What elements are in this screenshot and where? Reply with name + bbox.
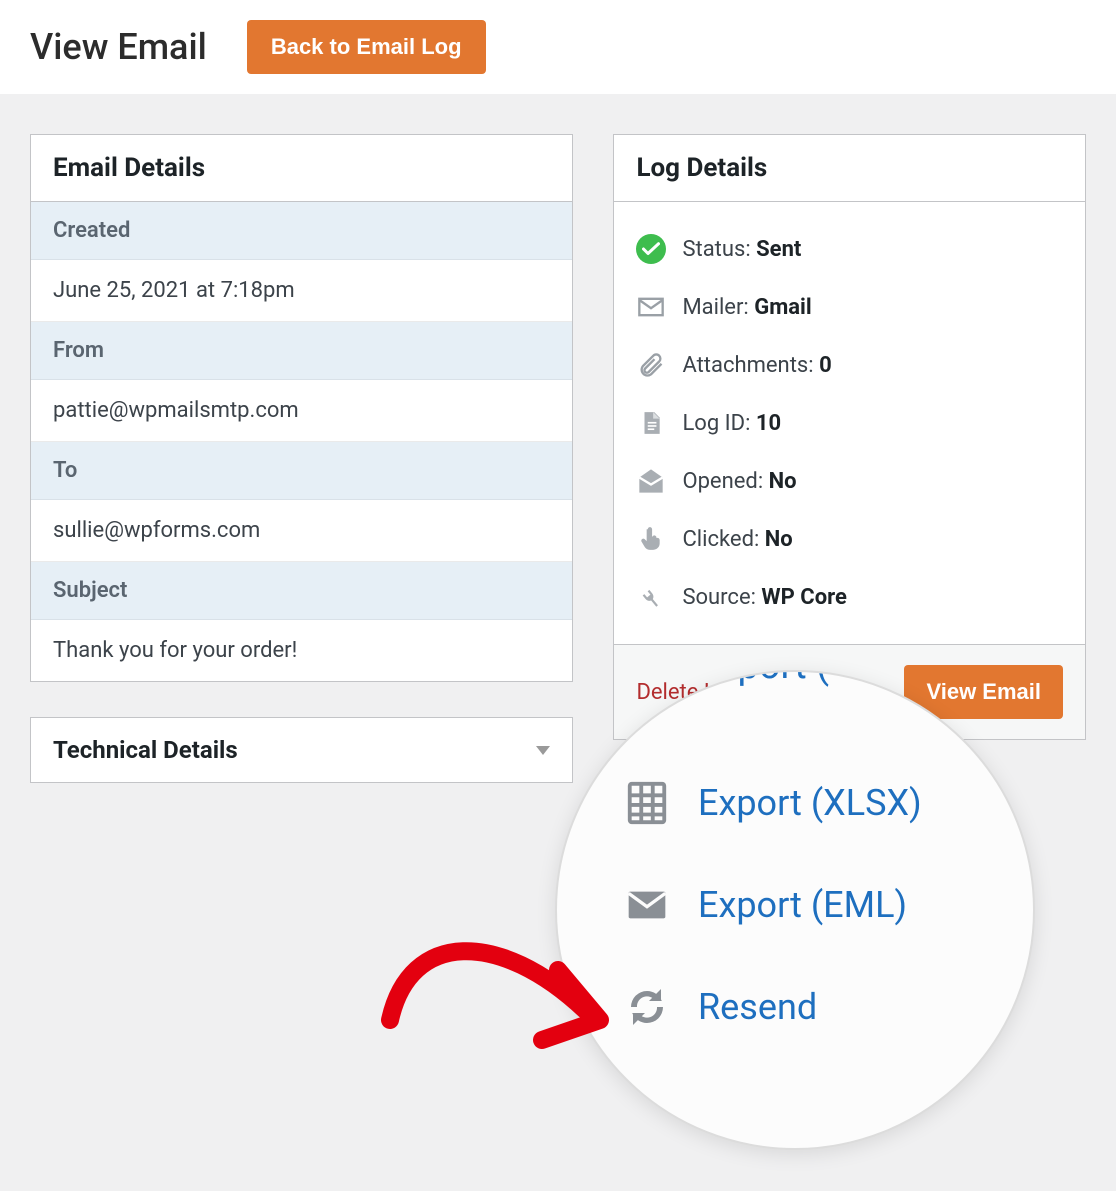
right-column: Log Details Status: Sent Mailer: Gmail [613,134,1086,740]
log-row-attachments: Attachments: 0 [636,336,1063,394]
refresh-icon [622,982,672,1032]
source-label: Source: [682,585,756,610]
log-details-panel: Log Details Status: Sent Mailer: Gmail [613,134,1086,740]
export-eml-label: Export (EML) [698,884,907,926]
envelope-icon [636,292,666,322]
magnified-actions-callout: Export ( Export (XLSX) Export (EML) Rese [555,670,1035,1150]
attachments-label: Attachments: [682,353,813,378]
to-value: sullie@wpforms.com [31,500,572,562]
page-header: View Email Back to Email Log [0,0,1116,94]
attachments-value: 0 [819,353,832,378]
export-xlsx-row[interactable]: Export (XLSX) [622,752,1033,854]
log-details-body: Status: Sent Mailer: Gmail Attachments: … [614,202,1085,644]
export-csv-link-partial[interactable]: Export ( [697,670,829,688]
export-eml-row[interactable]: Export (EML) [622,854,1033,956]
log-row-mailer: Mailer: Gmail [636,278,1063,336]
check-circle-icon [636,234,666,264]
email-details-panel: Email Details Created June 25, 2021 at 7… [30,134,573,682]
created-label: Created [31,202,572,260]
mailer-value: Gmail [754,295,811,320]
opened-value: No [769,469,797,494]
export-xlsx-label: Export (XLSX) [698,782,922,824]
email-details-title: Email Details [31,135,572,202]
subject-value: Thank you for your order! [31,620,572,681]
clicked-label: Clicked: [682,527,759,552]
log-row-logid: Log ID: 10 [636,394,1063,452]
technical-details-title: Technical Details [53,736,238,764]
status-label: Status: [682,237,750,262]
subject-label: Subject [31,562,572,620]
plug-icon [636,582,666,612]
to-label: To [31,442,572,500]
log-row-status: Status: Sent [636,220,1063,278]
logid-value: 10 [756,411,781,436]
file-icon [636,408,666,438]
envelope-solid-icon [622,880,672,930]
technical-details-toggle[interactable]: Technical Details [30,717,573,783]
spreadsheet-icon [622,778,672,828]
paperclip-icon [636,350,666,380]
content-area: Email Details Created June 25, 2021 at 7… [0,94,1116,823]
from-value: pattie@wpmailsmtp.com [31,380,572,442]
envelope-open-icon [636,466,666,496]
mailer-label: Mailer: [682,295,748,320]
log-details-title: Log Details [614,135,1085,202]
page-title: View Email [30,26,207,68]
chevron-down-icon [536,746,550,755]
source-value: WP Core [761,585,846,610]
log-row-source: Source: WP Core [636,568,1063,626]
log-row-opened: Opened: No [636,452,1063,510]
status-value: Sent [756,237,801,262]
resend-label: Resend [698,986,817,1028]
logid-label: Log ID: [682,411,750,436]
from-label: From [31,322,572,380]
created-value: June 25, 2021 at 7:18pm [31,260,572,322]
opened-label: Opened: [682,469,763,494]
resend-row[interactable]: Resend [622,956,1033,1058]
clicked-value: No [765,527,793,552]
hand-pointer-icon [636,524,666,554]
back-to-log-button[interactable]: Back to Email Log [247,20,486,74]
log-row-clicked: Clicked: No [636,510,1063,568]
left-column: Email Details Created June 25, 2021 at 7… [30,134,573,783]
